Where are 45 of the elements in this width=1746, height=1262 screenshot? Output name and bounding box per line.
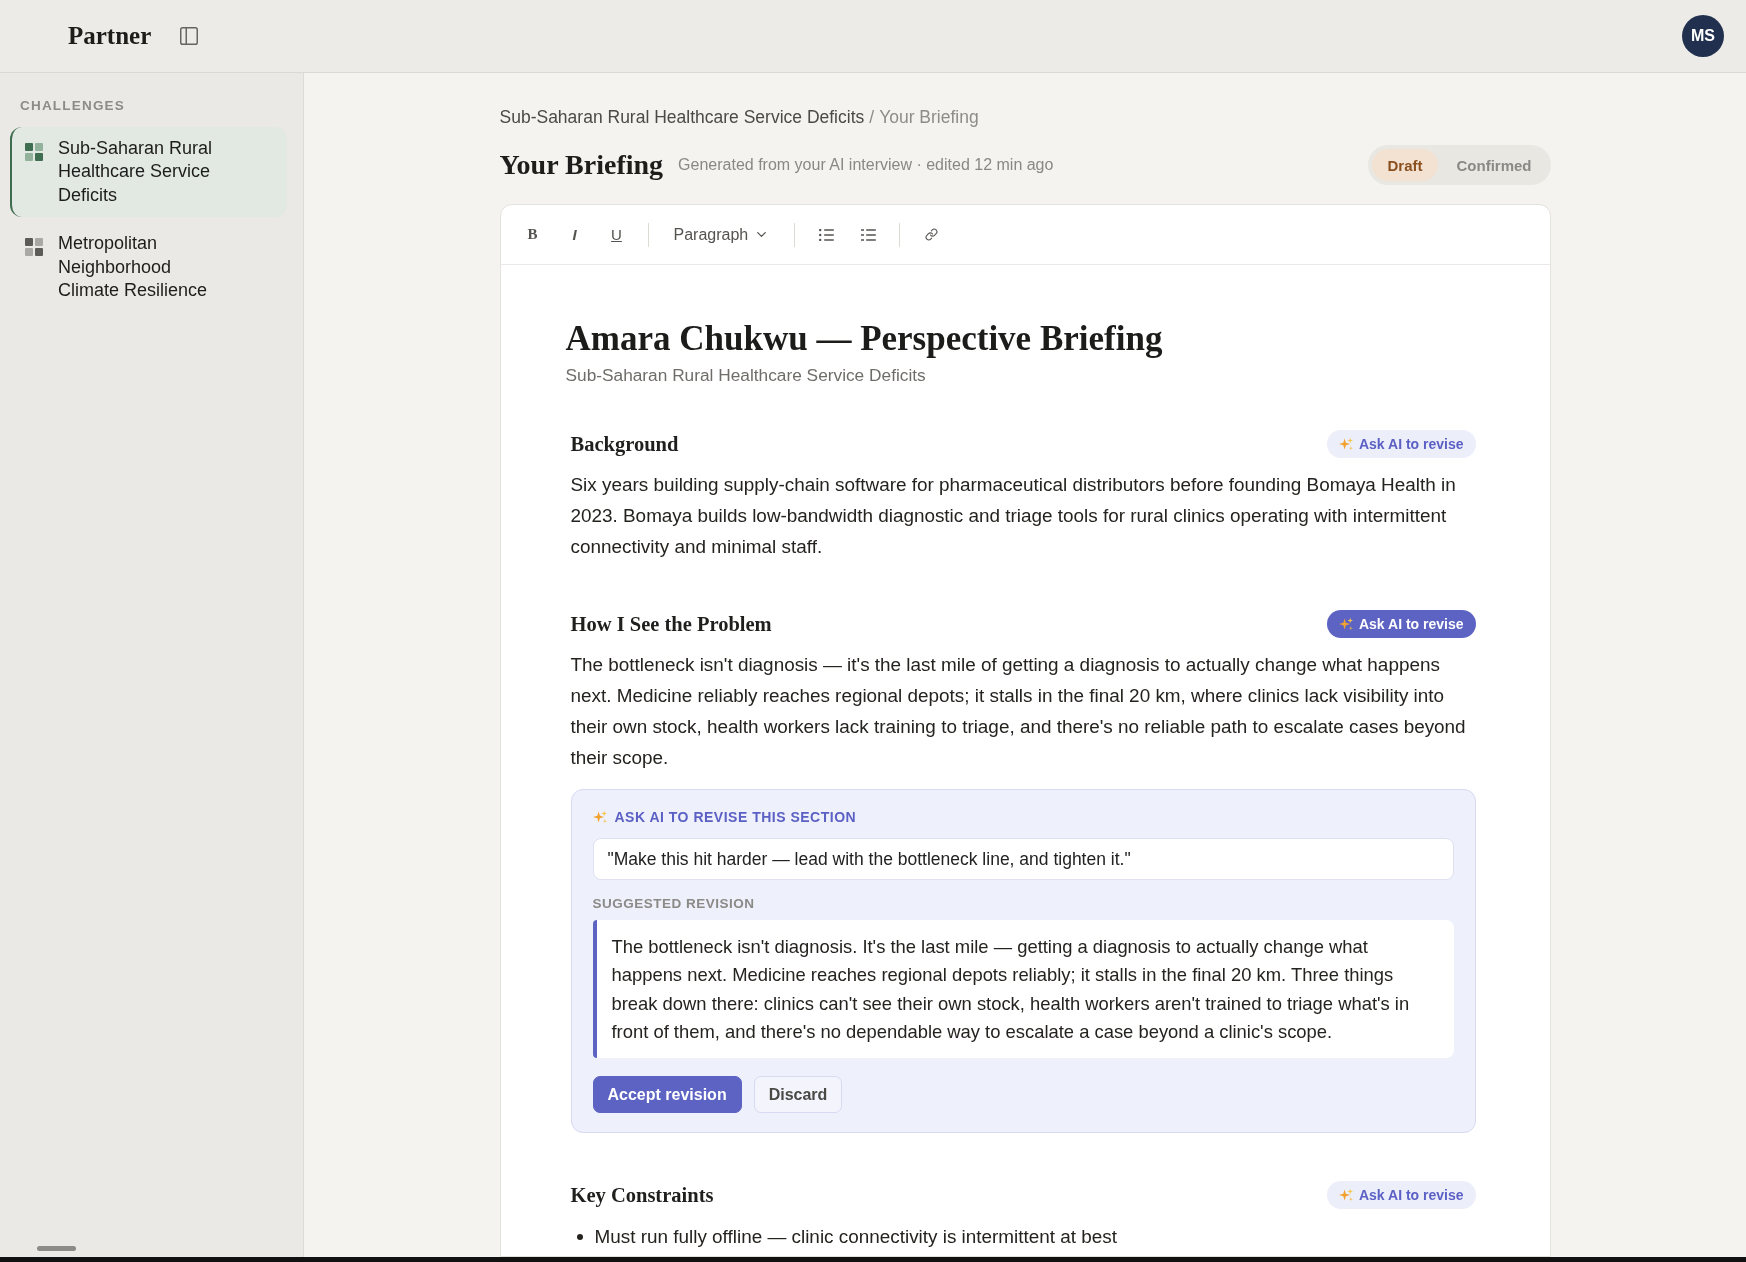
panel-label: ASK AI TO REVISE THIS SECTION	[614, 808, 857, 826]
section-heading: Key Constraints	[570, 1183, 714, 1207]
document-subtitle: Sub-Saharan Rural Healthcare Service Deficits	[565, 364, 927, 386]
sidebar-heading: CHALLENGES	[19, 98, 126, 114]
page-title: Your Briefing	[499, 149, 664, 181]
sidebar-item-label: Metropolitan Neighborhood Climate Resilience	[58, 232, 209, 303]
breadcrumb-separator: /	[869, 106, 875, 128]
sidebar-item-label: Sub-Saharan Rural Healthcare Service Deficits	[58, 137, 214, 207]
section-heading: Background	[570, 432, 679, 456]
bullet-icon	[576, 1233, 583, 1240]
prompt-input[interactable]: "Make this hit harder — lead with the bottleneck line, and tighten it."	[592, 838, 1454, 880]
sparkle-icon	[1338, 617, 1353, 631]
sidebar-toggle-button[interactable]	[178, 25, 201, 47]
italic-button[interactable]: I	[557, 217, 592, 252]
sparkle-icon	[1338, 437, 1353, 451]
app-name: Partner	[68, 22, 152, 50]
suggested-revision-text: The bottleneck isn't diagnosis. It's the last mile — getting a diagnosis to actually change what happens next. Medicine reaches regional depots reliably; it stalls in the final 20 km. Three things break down there: clinics can't see their own stock, health workers aren't trained to triage what's in front of them, and there's no dependable way to escalate a case beyond a clinic's scope.	[592, 920, 1454, 1059]
page-meta: Generated from your AI interview · edited 12 min ago	[678, 156, 1054, 174]
section-text: The bottleneck isn't diagnosis — it's the last mile of getting a diagnosis to actually change what happens next. Medicine reliably reaches regional depots; it stalls in the final 20 km, where clinics lack visibility into their own stock, health workers lack training to triage, and there's no reliable path to escalate cases beyond their scope.	[570, 653, 1467, 770]
discard-button[interactable]: Discard	[753, 1076, 843, 1114]
breadcrumb-link[interactable]: Sub-Saharan Rural Healthcare Service Deficits	[499, 106, 865, 128]
breadcrumb-current: Your Briefing	[879, 106, 979, 128]
accept-button[interactable]: Accept revision	[592, 1076, 742, 1114]
ask-ai-button[interactable]: Ask AI to revise	[1326, 430, 1476, 458]
bullet-list-icon	[818, 228, 834, 241]
paragraph-style-dropdown[interactable]: Paragraph	[662, 217, 781, 252]
sparkle-icon	[1338, 1188, 1353, 1203]
ask-ai-button[interactable]: Ask AI to revise	[1326, 610, 1476, 638]
link-icon	[924, 228, 938, 241]
status-option[interactable]: Draft	[1372, 149, 1438, 181]
sparkle-icon	[592, 810, 607, 824]
section-text: Six years building supply-chain software for pharmaceutical distributors before founding Bomaya Health in 2023. Bomaya builds low-bandwidth diagnostic and triage tools for rural clinics operating with intermittent connectivity and minimal staff.	[570, 473, 1457, 559]
sidebar-item[interactable]: Metropolitan Neighborhood Climate Resilience	[10, 222, 287, 313]
ask-ai-button[interactable]: Ask AI to revise	[1326, 1181, 1476, 1210]
underline-button[interactable]: U	[599, 217, 634, 252]
sidebar-item[interactable]: Sub-Saharan Rural Healthcare Service Deficits	[10, 127, 287, 218]
bold-button[interactable]: B	[515, 217, 550, 252]
sidebar-toggle-icon	[178, 25, 201, 47]
section-heading: How I See the Problem	[570, 612, 772, 636]
scrollbar-thumb[interactable]	[37, 1246, 76, 1251]
dash-list-icon	[860, 228, 876, 241]
user-avatar[interactable]: MS	[1682, 15, 1724, 57]
bullet-text: Must run fully offline — clinic connectivity is intermittent at best	[594, 1225, 1117, 1250]
suggestion-label: SUGGESTED REVISION	[592, 896, 756, 912]
document-title: Amara Chukwu — Perspective Briefing	[565, 318, 1164, 360]
